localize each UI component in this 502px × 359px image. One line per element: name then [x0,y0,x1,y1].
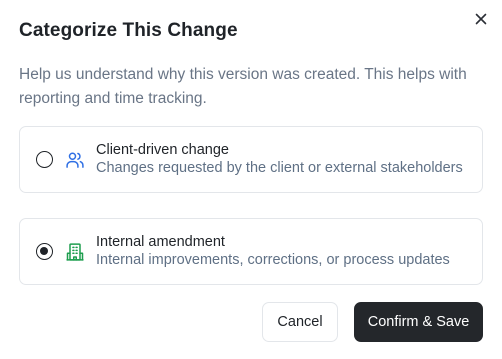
option-title: Client-driven change [96,142,229,158]
dialog-description: Help us understand why this version was … [19,66,467,107]
close-button[interactable] [473,11,489,27]
option-title: Internal amendment [96,234,225,250]
users-icon [65,150,85,170]
option-client-driven-change[interactable]: Client-driven change Changes requested b… [19,126,483,193]
cancel-button[interactable]: Cancel [262,302,338,342]
option-internal-amendment[interactable]: Internal amendment Internal improvements… [19,218,483,285]
building-icon [65,242,85,262]
radio-client-driven-change[interactable] [36,151,53,168]
close-icon [475,13,487,25]
confirm-save-button[interactable]: Confirm & Save [354,302,483,342]
option-subtitle: Changes requested by the client or exter… [96,160,463,176]
dialog-title: Categorize This Change [19,20,238,41]
categorize-change-dialog: Categorize This Change Help us understan… [0,0,502,359]
radio-internal-amendment[interactable] [36,243,53,260]
option-subtitle: Internal improvements, corrections, or p… [96,252,450,268]
